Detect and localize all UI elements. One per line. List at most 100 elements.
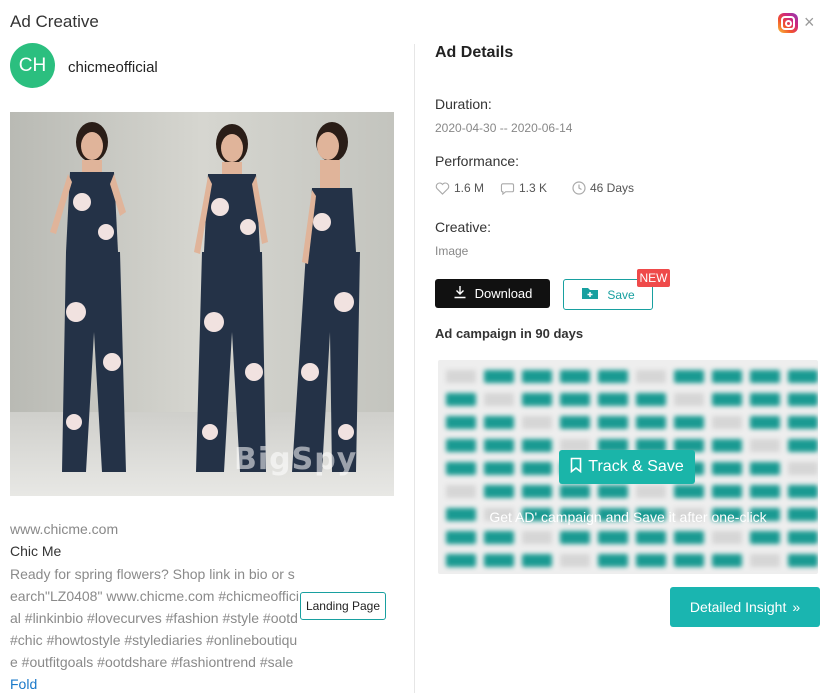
campaign-cell — [484, 554, 514, 567]
campaign-cell — [446, 416, 476, 429]
campaign-cell — [712, 485, 742, 498]
campaign-cell — [446, 462, 476, 475]
campaign-cell — [522, 554, 552, 567]
campaign-cell — [560, 531, 590, 544]
campaign-cell — [598, 370, 628, 383]
campaign-cell — [674, 393, 704, 406]
campaign-cell — [788, 439, 818, 452]
campaign-cell — [750, 462, 780, 475]
campaign-cell — [598, 554, 628, 567]
campaign-cell — [788, 416, 818, 429]
days-count: 46 Days — [590, 181, 635, 195]
divider — [414, 44, 415, 693]
bookmark-icon — [570, 457, 582, 478]
campaign-cell — [750, 554, 780, 567]
likes-count: 1.6 M — [454, 181, 485, 195]
ad-description: Ready for spring flowers? Shop link in b… — [10, 563, 300, 693]
campaign-cell — [636, 416, 666, 429]
campaign-cell — [484, 393, 514, 406]
duration-value: 2020-04-30 -- 2020-06-14 — [435, 121, 573, 135]
campaign-cell — [750, 370, 780, 383]
campaign-cell — [788, 393, 818, 406]
close-icon[interactable]: × — [804, 12, 815, 32]
campaign-cell — [674, 531, 704, 544]
campaign-cell — [560, 370, 590, 383]
campaign-cell — [788, 531, 818, 544]
campaign-cell — [560, 485, 590, 498]
instagram-icon — [778, 13, 798, 33]
campaign-cell — [446, 485, 476, 498]
campaign-cell — [788, 485, 818, 498]
details-heading: Ad Details — [435, 44, 514, 61]
ad-domain: www.chicme.com — [10, 521, 119, 537]
clock-icon — [572, 181, 586, 195]
ad-description-text: Ready for spring flowers? Shop link in b… — [10, 566, 300, 670]
campaign-cell — [484, 485, 514, 498]
likes-stat: 1.6 M — [435, 181, 484, 195]
campaign-cell — [712, 393, 742, 406]
campaign-cell — [598, 416, 628, 429]
campaign-cell — [674, 554, 704, 567]
advertiser-name[interactable]: chicmeofficial — [68, 59, 158, 76]
ad-creative-image: BigSpy — [10, 112, 394, 496]
campaign-cell — [750, 416, 780, 429]
campaign-cell — [636, 531, 666, 544]
performance-label: Performance: — [435, 153, 520, 169]
track-save-button[interactable]: Track & Save — [559, 450, 695, 484]
campaign-cell — [788, 370, 818, 383]
detailed-insight-button[interactable]: Detailed Insight » — [670, 587, 820, 627]
campaign-cell — [750, 439, 780, 452]
modal-title: Ad Creative — [10, 12, 99, 31]
double-chevron-right-icon: » — [792, 599, 801, 615]
campaign-cell — [522, 531, 552, 544]
campaign-cell — [522, 439, 552, 452]
campaign-note: Get AD' campaign and Save it after one-c… — [489, 509, 767, 525]
campaign-cell — [598, 531, 628, 544]
ad-brand: Chic Me — [10, 543, 62, 559]
campaign-cell — [484, 370, 514, 383]
campaign-cell — [598, 393, 628, 406]
campaign-cell — [674, 416, 704, 429]
campaign-cell — [598, 485, 628, 498]
campaign-cell — [560, 393, 590, 406]
fold-link[interactable]: Fold — [10, 676, 37, 692]
campaign-cell — [788, 462, 818, 475]
campaign-cell — [636, 393, 666, 406]
watermark: BigSpy — [234, 442, 358, 477]
campaign-cell — [750, 531, 780, 544]
campaign-cell — [750, 393, 780, 406]
campaign-cell — [522, 416, 552, 429]
download-button[interactable]: Download — [435, 279, 550, 308]
download-label: Download — [474, 286, 533, 301]
campaign-cell — [712, 439, 742, 452]
avatar: CH — [10, 43, 55, 88]
heart-icon — [435, 181, 450, 195]
campaign-cell — [712, 370, 742, 383]
creative-type: Image — [435, 244, 469, 258]
comments-stat: 1.3 K — [500, 181, 547, 195]
comments-count: 1.3 K — [519, 181, 548, 195]
campaign-cell — [636, 554, 666, 567]
campaign-cell — [446, 393, 476, 406]
duration-label: Duration: — [435, 96, 492, 112]
campaign-cell — [674, 370, 704, 383]
folder-plus-icon — [581, 286, 599, 303]
campaign-cell — [522, 462, 552, 475]
campaign-cell — [712, 416, 742, 429]
campaign-cell — [674, 485, 704, 498]
campaign-cell — [788, 554, 818, 567]
campaign-cell — [522, 393, 552, 406]
campaign-cell — [484, 531, 514, 544]
detailed-insight-label: Detailed Insight — [689, 599, 787, 615]
campaign-cell — [560, 416, 590, 429]
campaign-cell — [522, 485, 552, 498]
comment-icon — [500, 182, 515, 195]
campaign-cell — [484, 416, 514, 429]
landing-page-button[interactable]: Landing Page — [300, 592, 386, 620]
campaign-cell — [446, 439, 476, 452]
download-icon — [453, 285, 467, 302]
campaign-cell — [522, 370, 552, 383]
campaign-cell — [636, 485, 666, 498]
campaign-cell — [484, 439, 514, 452]
campaign-cell — [712, 531, 742, 544]
